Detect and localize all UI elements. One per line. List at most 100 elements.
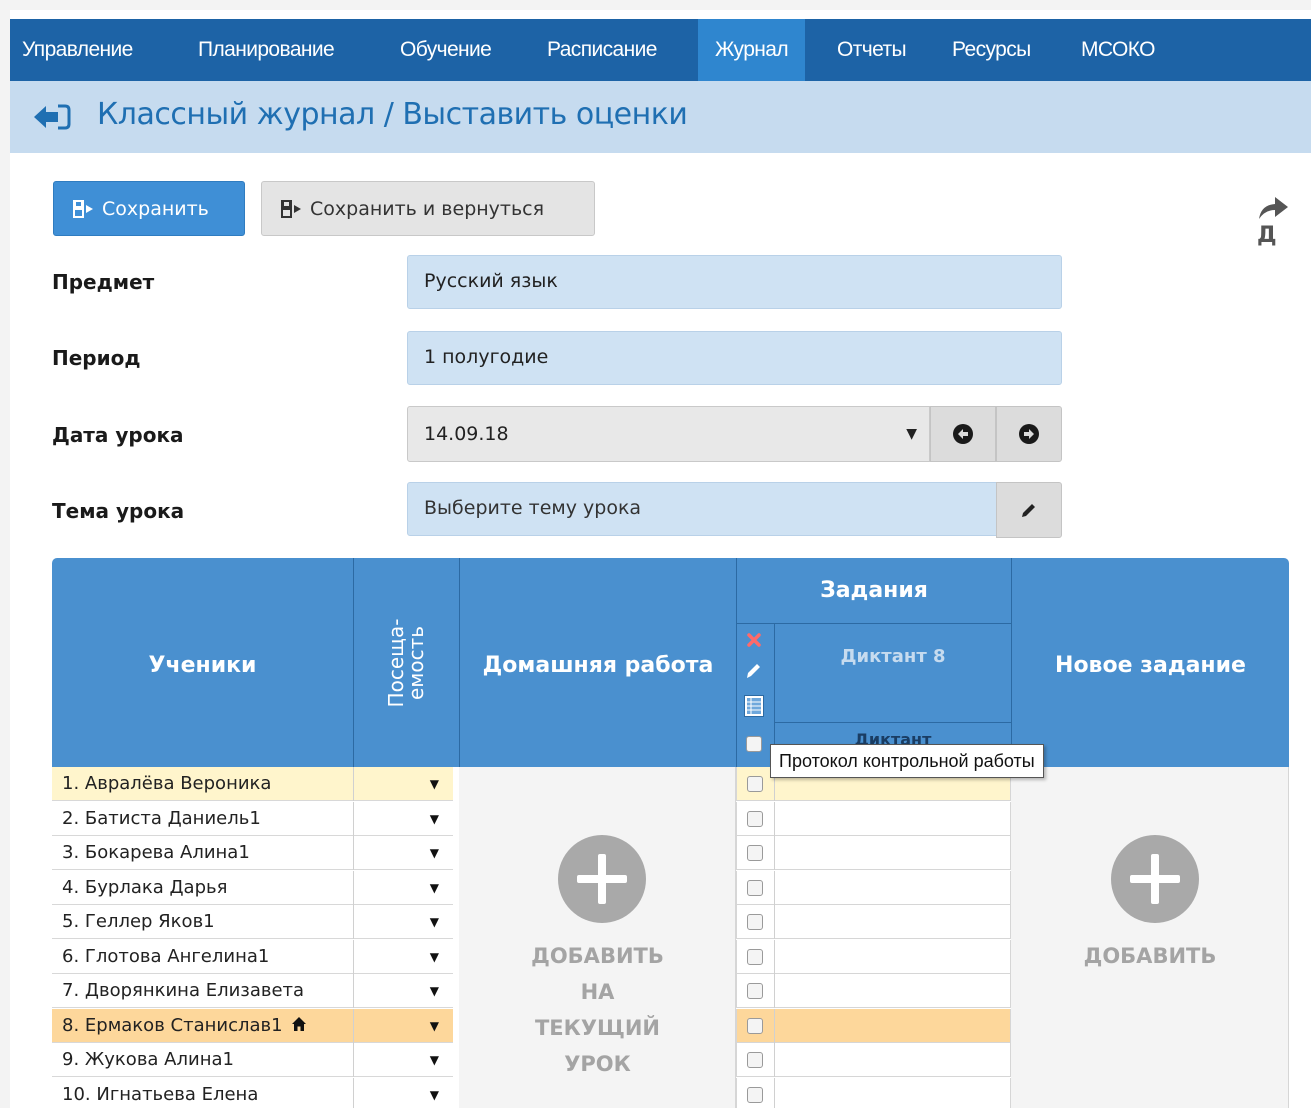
task-row-checkbox[interactable] xyxy=(747,845,763,861)
task-grade-cell[interactable] xyxy=(736,1043,1011,1077)
dropdown-arrow-icon: ▼ xyxy=(429,950,439,964)
task-grade-cell[interactable] xyxy=(736,836,1011,870)
nav-item-management[interactable]: Управление xyxy=(10,19,145,81)
back-arrow-icon[interactable] xyxy=(32,103,72,131)
header-divider xyxy=(775,722,1011,723)
attendance-select[interactable]: ▼ xyxy=(353,1009,453,1043)
nav-item-msoko[interactable]: МСОКО xyxy=(1069,19,1167,81)
task-grade-cell[interactable] xyxy=(736,905,1011,939)
attendance-select[interactable]: ▼ xyxy=(353,1078,453,1108)
save-and-return-label: Сохранить и вернуться xyxy=(310,197,545,220)
student-row[interactable]: 2. Батиста Даниель1 ▼ xyxy=(52,802,453,836)
add-task-plus-icon[interactable] xyxy=(1111,835,1199,923)
task-row-checkbox[interactable] xyxy=(747,1018,763,1034)
student-row[interactable]: 5. Геллер Яков1 ▼ xyxy=(52,905,453,939)
edit-task-icon[interactable] xyxy=(746,661,762,679)
student-name-text: 3. Бокарева Алина1 xyxy=(62,842,250,863)
attendance-select[interactable]: ▼ xyxy=(353,802,453,836)
attendance-select[interactable]: ▼ xyxy=(353,905,453,939)
student-name: 7. Дворянкина Елизавета xyxy=(62,974,304,1008)
add-homework-plus-icon[interactable] xyxy=(558,835,646,923)
student-row[interactable]: 4. Бурлака Дарья ▼ xyxy=(52,871,453,905)
home-icon xyxy=(291,1017,306,1031)
lesson-date-select[interactable]: 14.09.18 ▼ xyxy=(407,406,930,462)
student-row[interactable]: 3. Бокарева Алина1 ▼ xyxy=(52,836,453,870)
student-row[interactable]: 7. Дворянкина Елизавета ▼ xyxy=(52,974,453,1008)
lesson-topic-field[interactable]: Выберите тему урока xyxy=(407,482,997,536)
save-button[interactable]: Сохранить xyxy=(53,181,245,236)
save-button-label: Сохранить xyxy=(102,197,209,220)
save-and-return-button[interactable]: Сохранить и вернуться xyxy=(261,181,595,236)
add-homework-button[interactable]: ДОБАВИТЬ НА ТЕКУЩИЙ УРОК xyxy=(459,938,736,1082)
nav-item-journal[interactable]: Журнал xyxy=(698,19,806,81)
attendance-select[interactable]: ▼ xyxy=(353,767,453,801)
task-row-checkbox[interactable] xyxy=(747,811,763,827)
student-name: 1. Авралёва Вероника xyxy=(62,767,271,801)
task-row-checkbox[interactable] xyxy=(747,776,763,792)
nav-item-schedule[interactable]: Расписание xyxy=(535,19,669,81)
forward-arrow-icon xyxy=(1259,197,1288,219)
dropdown-arrow-icon: ▼ xyxy=(429,846,439,860)
task-grade-cell[interactable] xyxy=(736,974,1011,1008)
student-row[interactable]: 10. Игнатьева Елена ▼ xyxy=(52,1078,453,1108)
add-homework-line1: ДОБАВИТЬ xyxy=(531,944,664,968)
students-column-header: Ученики xyxy=(148,653,257,678)
protocol-tooltip: Протокол контрольной работы xyxy=(770,744,1044,778)
cell-separator xyxy=(774,836,775,870)
forward-link[interactable]: Д xyxy=(1257,193,1311,248)
previous-date-button[interactable] xyxy=(930,406,996,462)
dropdown-arrow-icon: ▼ xyxy=(429,812,439,826)
student-name-text: 1. Авралёва Вероника xyxy=(62,773,272,794)
task-dictation-short: Диктант xyxy=(775,724,1011,744)
attendance-select[interactable]: ▼ xyxy=(353,974,453,1008)
task-grade-cell[interactable] xyxy=(736,1078,1011,1108)
subject-label: Предмет xyxy=(52,270,155,294)
student-name-text: 5. Геллер Яков1 xyxy=(62,911,215,932)
task-dictation-header[interactable]: Диктант 8 xyxy=(775,646,1011,667)
task-grade-cell[interactable] xyxy=(736,1009,1011,1043)
edit-topic-button[interactable] xyxy=(996,482,1062,538)
student-row[interactable]: 8. Ермаков Станислав1 ▼ xyxy=(52,1009,453,1043)
dropdown-arrow-icon: ▼ xyxy=(429,881,439,895)
cell-separator xyxy=(774,940,775,974)
student-name: 10. Игнатьева Елена xyxy=(62,1078,258,1108)
student-row[interactable]: 9. Жукова Алина1 ▼ xyxy=(52,1043,453,1077)
nav-item-reports[interactable]: Отчеты xyxy=(825,19,918,81)
task-row-checkbox[interactable] xyxy=(747,1087,763,1103)
select-all-checkbox[interactable] xyxy=(746,736,762,752)
task-grade-cell[interactable] xyxy=(736,940,1011,974)
subject-field[interactable]: Русский язык xyxy=(407,255,1062,309)
student-row[interactable]: 6. Глотова Ангелина1 ▼ xyxy=(52,940,453,974)
student-name-text: 7. Дворянкина Елизавета xyxy=(62,980,305,1001)
add-task-button[interactable]: ДОБАВИТЬ xyxy=(1011,938,1289,974)
task-row-checkbox[interactable] xyxy=(747,880,763,896)
task-row-checkbox[interactable] xyxy=(747,914,763,930)
protocol-table-icon[interactable] xyxy=(744,695,764,717)
nav-item-education[interactable]: Обучение xyxy=(388,19,503,81)
attendance-select[interactable]: ▼ xyxy=(353,1043,453,1077)
student-name: 8. Ермаков Станислав1 xyxy=(62,1009,307,1043)
task-row-checkbox[interactable] xyxy=(747,949,763,965)
period-field[interactable]: 1 полугодие xyxy=(407,331,1062,385)
task-row-checkbox[interactable] xyxy=(747,983,763,999)
attendance-select[interactable]: ▼ xyxy=(353,940,453,974)
pencil-icon xyxy=(1022,504,1035,517)
task-grade-cell[interactable] xyxy=(736,802,1011,836)
cell-separator xyxy=(774,974,775,1008)
delete-icon[interactable] xyxy=(746,632,762,648)
attendance-select[interactable]: ▼ xyxy=(353,871,453,905)
next-date-button[interactable] xyxy=(996,406,1062,462)
task-grade-cell[interactable] xyxy=(736,871,1011,905)
cell-separator xyxy=(774,905,775,939)
page: Управление Планирование Обучение Расписа… xyxy=(10,10,1311,1108)
cell-separator xyxy=(774,871,775,905)
attendance-select[interactable]: ▼ xyxy=(353,836,453,870)
student-row[interactable]: 1. Авралёва Вероника ▼ xyxy=(52,767,453,801)
task-dictation-short-label: Диктант xyxy=(854,730,932,744)
task-row-checkbox[interactable] xyxy=(747,1052,763,1068)
dropdown-arrow-icon: ▼ xyxy=(906,426,917,442)
student-name: 6. Глотова Ангелина1 xyxy=(62,940,269,974)
nav-item-resources[interactable]: Ресурсы xyxy=(940,19,1043,81)
save-icon xyxy=(73,199,93,218)
nav-item-planning[interactable]: Планирование xyxy=(186,19,346,81)
